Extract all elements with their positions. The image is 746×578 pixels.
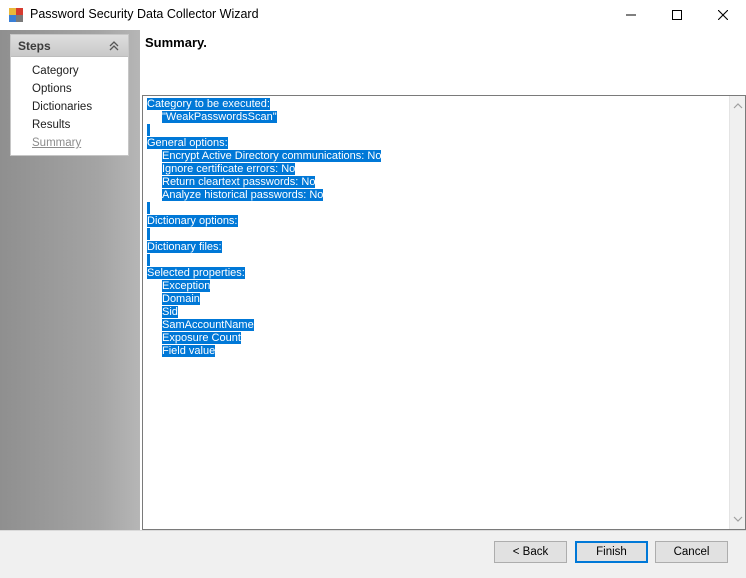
title-bar: Password Security Data Collector Wizard <box>0 0 746 30</box>
summary-line: Domain <box>162 293 200 305</box>
summary-line: "WeakPasswordsScan" <box>162 111 277 123</box>
minimize-button[interactable] <box>608 0 654 30</box>
summary-textbox[interactable]: Category to be executed: "WeakPasswordsS… <box>142 95 746 530</box>
step-summary: Summary <box>32 137 82 149</box>
summary-line: SamAccountName <box>162 319 254 331</box>
step-dictionaries[interactable]: Dictionaries <box>11 98 128 116</box>
steps-header[interactable]: Steps <box>11 35 128 57</box>
back-button[interactable]: < Back <box>494 541 567 563</box>
summary-text: Category to be executed: "WeakPasswordsS… <box>147 98 727 358</box>
steps-list: Category Options Dictionaries Results Su… <box>11 57 128 152</box>
step-options[interactable]: Options <box>11 80 128 98</box>
summary-line: Dictionary files: <box>147 241 222 253</box>
summary-line <box>147 124 727 137</box>
finish-button[interactable]: Finish <box>575 541 648 563</box>
close-icon <box>718 10 728 20</box>
vertical-scrollbar[interactable] <box>729 96 745 529</box>
summary-line <box>147 202 727 215</box>
summary-line: Field value <box>162 345 216 357</box>
button-bar: < Back Finish Cancel <box>0 530 746 578</box>
summary-line: Return cleartext passwords: No <box>162 176 316 188</box>
summary-line <box>147 228 727 241</box>
maximize-button[interactable] <box>654 0 700 30</box>
summary-line: Sid <box>162 306 178 318</box>
page-title: Summary. <box>145 35 207 50</box>
summary-line: Dictionary options: <box>147 215 238 227</box>
scroll-down-icon[interactable] <box>733 514 743 524</box>
step-results[interactable]: Results <box>11 116 128 134</box>
steps-panel: Steps Category Options Dictionaries Resu… <box>10 34 129 156</box>
summary-line: General options: <box>147 137 228 149</box>
summary-line: Analyze historical passwords: No <box>162 189 324 201</box>
summary-line: Category to be executed: <box>147 98 270 110</box>
summary-line <box>147 254 727 267</box>
page-header: Summary. <box>140 30 746 96</box>
summary-line: Encrypt Active Directory communications:… <box>162 150 382 162</box>
step-category[interactable]: Category <box>11 62 128 80</box>
steps-title: Steps <box>18 39 51 53</box>
window-title: Password Security Data Collector Wizard <box>30 7 259 21</box>
summary-line: Exception <box>162 280 211 292</box>
summary-line: Exposure Count <box>162 332 241 344</box>
cancel-button[interactable]: Cancel <box>655 541 728 563</box>
summary-line: Ignore certificate errors: No <box>162 163 296 175</box>
scroll-up-icon[interactable] <box>733 101 743 111</box>
collapse-chevron-icon[interactable] <box>108 39 120 53</box>
close-button[interactable] <box>700 0 746 30</box>
app-icon <box>9 8 23 22</box>
sidebar: Steps Category Options Dictionaries Resu… <box>0 30 140 530</box>
summary-line: Selected properties: <box>147 267 245 279</box>
maximize-icon <box>672 10 682 20</box>
minimize-icon <box>626 14 636 16</box>
